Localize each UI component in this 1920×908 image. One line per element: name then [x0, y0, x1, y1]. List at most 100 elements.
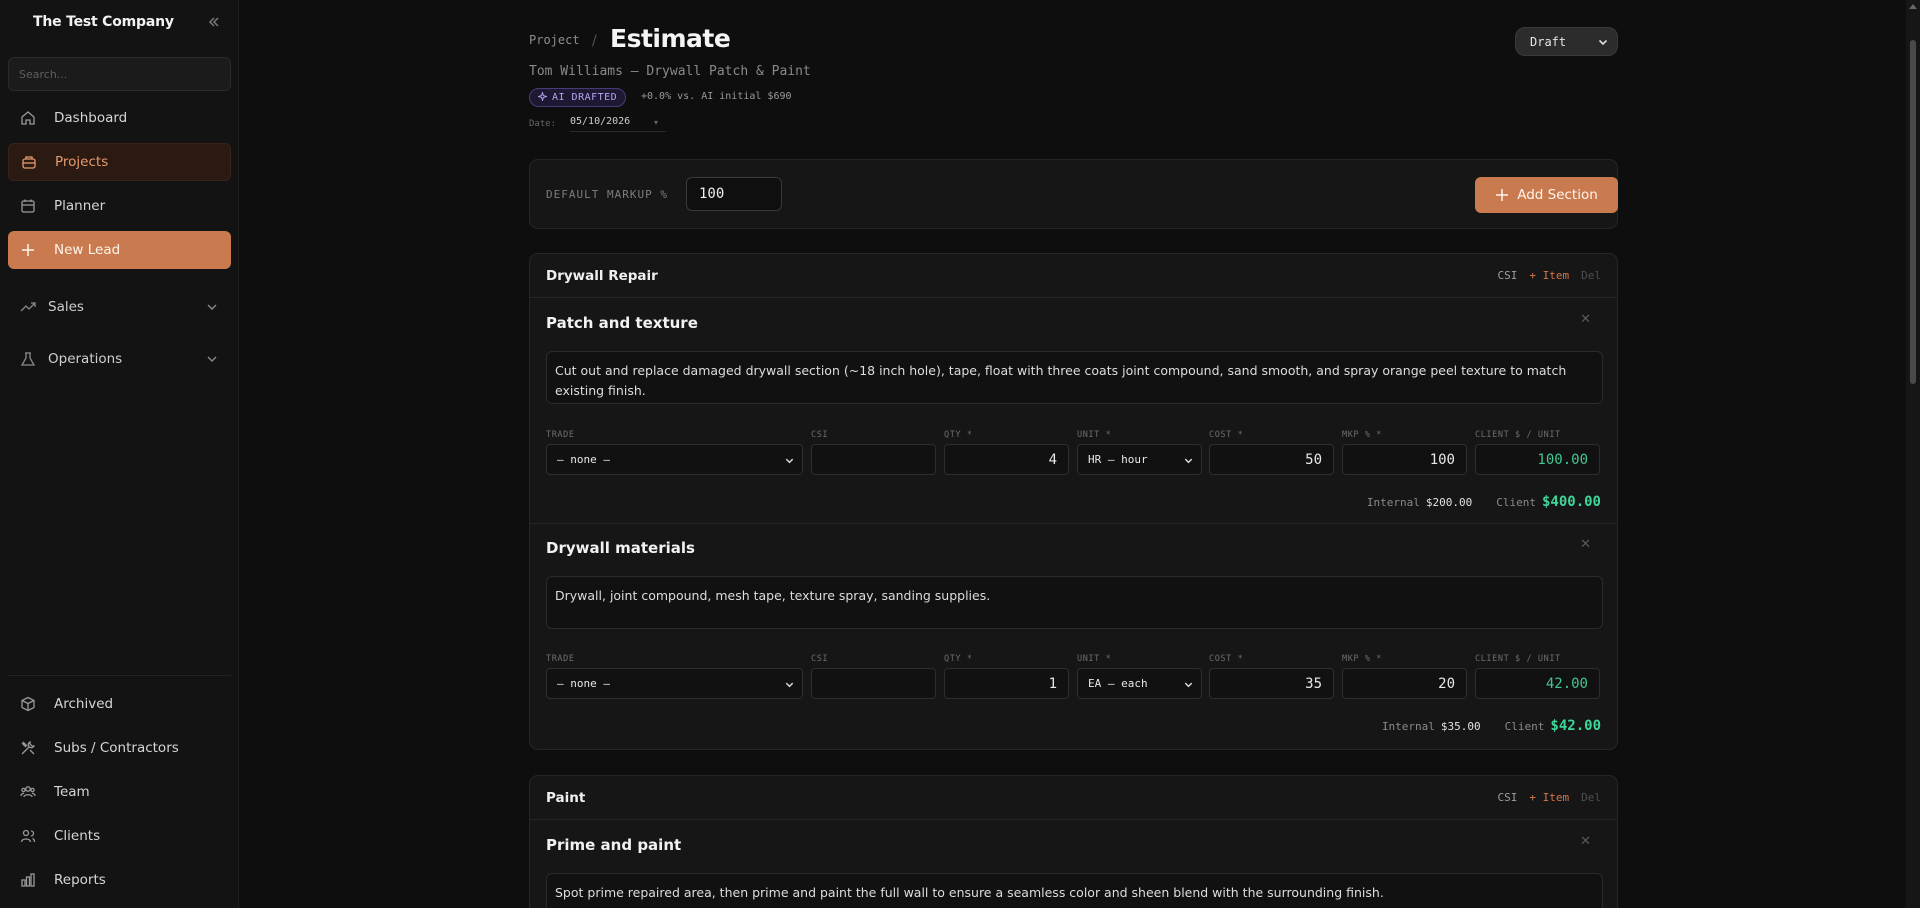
cost-label: COST * — [1209, 654, 1244, 664]
nav-team[interactable]: Team — [8, 773, 231, 811]
client-unit-input[interactable]: 100.00 — [1475, 444, 1600, 475]
scrollbar[interactable] — [1906, 0, 1920, 908]
home-icon — [20, 110, 36, 126]
calendar-icon — [20, 198, 36, 214]
new-lead-button[interactable]: New Lead — [8, 231, 231, 269]
add-item-button[interactable]: + Item — [1529, 269, 1569, 282]
flask-icon — [20, 351, 36, 367]
add-section-label: Add Section — [1517, 187, 1598, 203]
nav-label: Clients — [54, 828, 101, 844]
chevron-down-icon — [1183, 455, 1194, 466]
csi-input[interactable] — [811, 444, 936, 475]
nav-label: Archived — [54, 696, 114, 712]
nav-group-sales[interactable]: Sales — [8, 290, 231, 324]
markup-label: DEFAULT MARKUP % — [546, 188, 668, 201]
trade-select[interactable]: — none — — [546, 444, 803, 475]
chevron-down-icon — [1597, 36, 1609, 48]
estimate-subtitle: Tom Williams — Drywall Patch & Paint — [529, 64, 811, 79]
delete-section-button[interactable]: Del — [1581, 791, 1601, 804]
qty-input[interactable]: 1 — [944, 668, 1069, 699]
unit-label: UNIT * — [1077, 654, 1112, 664]
section-card: Paint CSI + Item Del Prime and paint ✕ S… — [529, 775, 1618, 908]
item-description[interactable]: Drywall, joint compound, mesh tape, text… — [546, 576, 1603, 629]
internal-total: $200.00 — [1425, 496, 1473, 509]
trade-value: — none — — [557, 453, 610, 466]
markup-pct-input[interactable]: 100 — [1342, 444, 1467, 475]
client-total: $400.00 — [1541, 494, 1601, 510]
nav-dashboard[interactable]: Dashboard — [8, 99, 231, 137]
chevron-down-icon — [1183, 679, 1194, 690]
cost-input[interactable]: 50 — [1209, 444, 1334, 475]
nav-reports[interactable]: Reports — [8, 861, 231, 899]
cost-label: COST * — [1209, 430, 1244, 440]
section-title[interactable]: Drywall Repair — [546, 268, 658, 284]
unit-select[interactable]: EA — each — [1077, 668, 1202, 699]
client-label: Client — [1504, 720, 1545, 733]
nav-subs-contractors[interactable]: Subs / Contractors — [8, 729, 231, 767]
main-content: Project / Estimate Tom Williams — Drywal… — [240, 0, 1920, 908]
nav-clients[interactable]: Clients — [8, 817, 231, 855]
trend-icon — [20, 299, 36, 315]
markup-input[interactable]: 100 — [686, 177, 782, 211]
unit-value: EA — each — [1088, 677, 1148, 690]
internal-label: Internal — [1366, 496, 1420, 509]
chevron-down-icon — [205, 300, 219, 314]
mkp-label: MKP % * — [1342, 430, 1383, 440]
nav-group-operations[interactable]: Operations — [8, 342, 231, 376]
date-picker-icon[interactable]: ▾ — [654, 118, 658, 127]
nav-group-label: Sales — [48, 299, 84, 315]
nav-projects[interactable]: Projects — [8, 143, 231, 181]
add-item-button[interactable]: + Item — [1529, 791, 1569, 804]
nav-label: New Lead — [54, 242, 121, 258]
qty-label: QTY * — [944, 654, 973, 664]
line-item: Patch and texture ✕ Cut out and replace … — [530, 298, 1617, 523]
nav-planner[interactable]: Planner — [8, 187, 231, 225]
section-title[interactable]: Paint — [546, 790, 585, 806]
client-unit-input[interactable]: 42.00 — [1475, 668, 1600, 699]
csi-input[interactable] — [811, 668, 936, 699]
item-title[interactable]: Drywall materials — [546, 539, 695, 557]
tools-icon — [20, 740, 36, 756]
section-csi-button[interactable]: CSI — [1498, 269, 1518, 282]
scrollbar-thumb[interactable] — [1910, 40, 1916, 384]
remove-item-icon[interactable]: ✕ — [1580, 312, 1591, 327]
trade-select[interactable]: — none — — [546, 668, 803, 699]
nav-label: Reports — [54, 872, 106, 888]
briefcase-icon — [21, 154, 37, 170]
ai-delta-text: +0.0% vs. AI initial $690 — [641, 91, 792, 102]
client-label: Client — [1496, 496, 1536, 509]
qty-input[interactable]: 4 — [944, 444, 1069, 475]
item-description[interactable]: Cut out and replace damaged drywall sect… — [546, 351, 1603, 404]
date-field[interactable]: 05/10/2026 — [570, 116, 666, 132]
delete-section-button[interactable]: Del — [1581, 269, 1601, 282]
status-select[interactable]: Draft — [1515, 27, 1618, 56]
trade-label: TRADE — [546, 430, 575, 440]
date-label: Date: — [529, 119, 557, 129]
nav-label: Planner — [54, 198, 106, 214]
markup-pct-input[interactable]: 20 — [1342, 668, 1467, 699]
section-csi-button[interactable]: CSI — [1498, 791, 1518, 804]
cost-input[interactable]: 35 — [1209, 668, 1334, 699]
sidebar-divider — [8, 675, 231, 676]
nav-archived[interactable]: Archived — [8, 685, 231, 723]
remove-item-icon[interactable]: ✕ — [1580, 537, 1591, 552]
search-input[interactable] — [8, 57, 231, 91]
unit-select[interactable]: HR — hour — [1077, 444, 1202, 475]
breadcrumb[interactable]: Project — [529, 33, 580, 47]
client-total: $42.00 — [1550, 718, 1601, 734]
line-item: Drywall materials ✕ Drywall, joint compo… — [530, 523, 1617, 749]
add-section-button[interactable]: Add Section — [1475, 177, 1618, 213]
sidebar: The Test Company Dashboard Projects Plan… — [0, 0, 239, 908]
item-description[interactable]: Spot prime repaired area, then prime and… — [546, 873, 1603, 908]
scroll-up-arrow-icon[interactable] — [1909, 4, 1917, 9]
csi-label: CSI — [811, 654, 829, 664]
trade-value: — none — — [557, 677, 610, 690]
collapse-sidebar-icon[interactable] — [206, 14, 222, 30]
section-header: Drywall Repair CSI + Item Del — [530, 254, 1617, 298]
nav-label: Team — [54, 784, 90, 800]
remove-item-icon[interactable]: ✕ — [1580, 834, 1591, 849]
item-title[interactable]: Prime and paint — [546, 836, 681, 854]
trade-label: TRADE — [546, 654, 575, 664]
item-title[interactable]: Patch and texture — [546, 314, 698, 332]
plus-icon — [1495, 188, 1509, 202]
